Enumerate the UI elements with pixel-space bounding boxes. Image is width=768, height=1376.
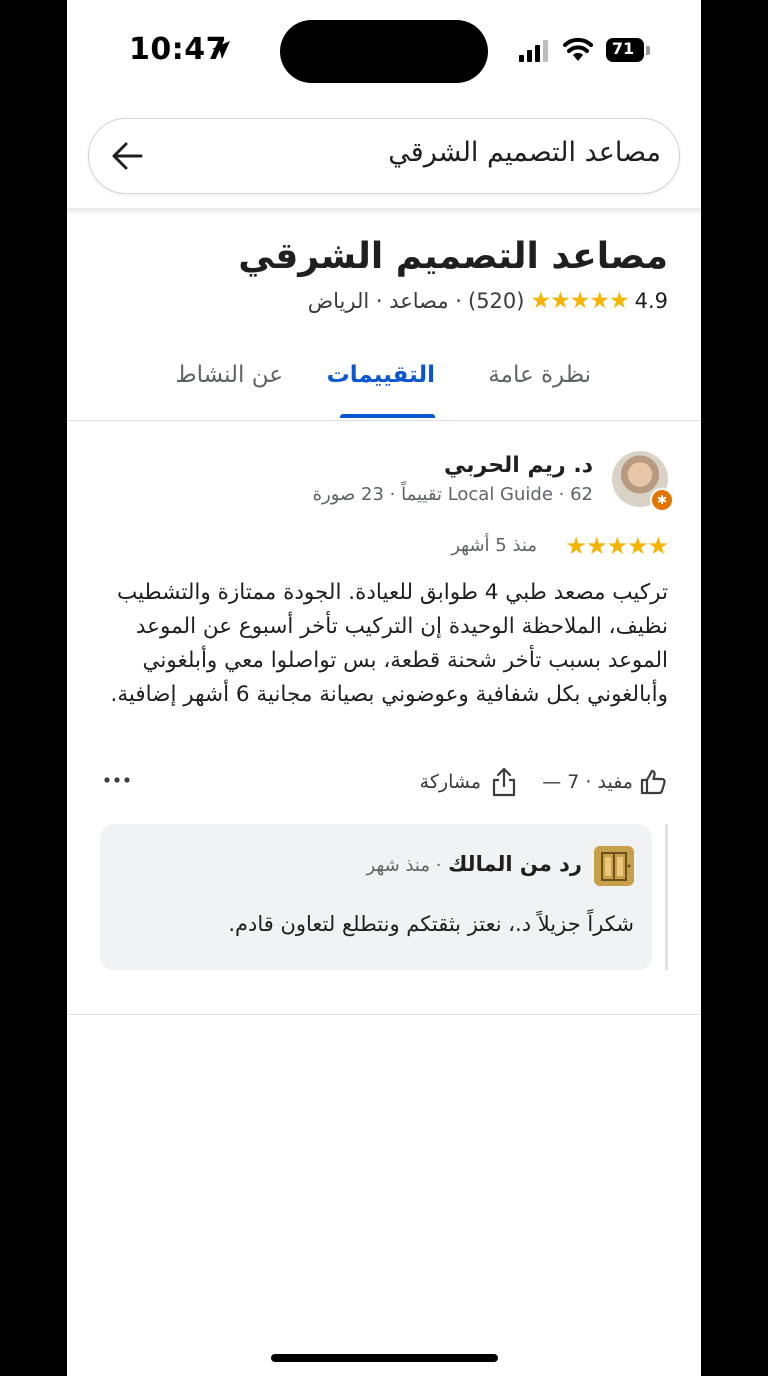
review-text: تركيب مصعد طبي 4 طوابق للعيادة. الجودة م…: [110, 580, 668, 707]
dynamic-island: [280, 20, 488, 83]
owner-reply-header: رد من المالك · منذ شهر: [366, 852, 582, 876]
share-label[interactable]: مشاركة: [420, 771, 481, 793]
review-count[interactable]: (520): [468, 289, 525, 313]
status-bar: 10:47 71: [67, 0, 701, 100]
share-icon[interactable]: [491, 767, 517, 797]
local-guide-badge-icon: ✱: [650, 488, 674, 512]
review-stars: ★★★★★: [565, 532, 669, 560]
elevator-logo-icon: [594, 846, 634, 886]
phone-screen: 10:47 71 مصاعد التصميم الشرقي مصاعد التص…: [67, 0, 701, 1376]
home-indicator[interactable]: [271, 1354, 498, 1362]
more-options-icon[interactable]: [103, 766, 131, 794]
tab-about[interactable]: عن النشاط: [175, 362, 283, 388]
back-arrow-icon[interactable]: [111, 141, 143, 171]
owner-reply-text: شكراً جزيلاً د.، نعتز بثقتكم ونتطلع لتعا…: [228, 912, 634, 936]
rating-row: 4.9 ★★★★★ (520) · مصاعد · الرياض: [308, 288, 668, 314]
review-date: منذ 5 أشهر: [451, 535, 537, 556]
header-shadow: [67, 208, 701, 216]
helpful-count[interactable]: مفيد · 7 —: [542, 771, 633, 793]
place-title: مصاعد التصميم الشرقي: [238, 236, 668, 277]
active-tab-indicator: [340, 414, 435, 418]
tab-reviews[interactable]: التقييمات: [327, 362, 435, 388]
reviewer-meta: Local Guide · 62 تقييماً · 23 صورة: [312, 484, 593, 505]
review-actions: مفيد · 7 — مشاركة: [67, 762, 701, 802]
battery-level: 71: [611, 39, 635, 58]
thumbs-up-icon[interactable]: [639, 768, 667, 796]
owner-reply: رد من المالك · منذ شهر شكراً جزيلاً د.، …: [100, 824, 652, 970]
cellular-signal-icon: [519, 40, 548, 62]
search-query[interactable]: مصاعد التصميم الشرقي: [388, 137, 661, 168]
section-divider: [67, 1014, 701, 1015]
reply-side-bar: [665, 824, 668, 970]
owner-reply-label: رد من المالك: [448, 852, 582, 876]
owner-reply-time: · منذ شهر: [366, 855, 442, 876]
battery-icon: 71: [606, 38, 650, 62]
rating-value: 4.9: [634, 289, 668, 313]
wifi-icon: [563, 37, 593, 61]
tab-overview[interactable]: نظرة عامة: [488, 362, 591, 388]
reviewer-name[interactable]: د. ريم الحربي: [444, 453, 593, 478]
location-arrow-icon: [212, 41, 230, 59]
search-bar[interactable]: مصاعد التصميم الشرقي: [88, 118, 680, 194]
category-location: · مصاعد · الرياض: [307, 289, 462, 313]
rating-stars: ★★★★★: [530, 288, 629, 314]
tab-bar: نظرة عامة التقييمات عن النشاط: [67, 352, 701, 421]
